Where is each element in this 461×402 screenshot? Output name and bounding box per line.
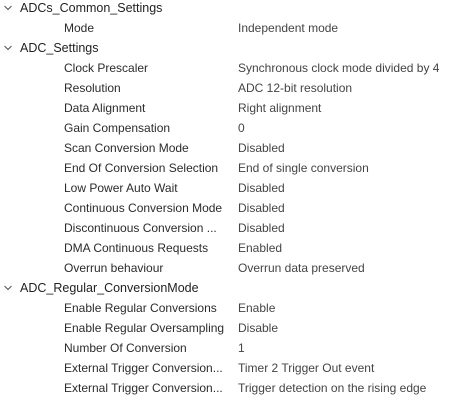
property-value[interactable]: Enabled <box>238 238 460 258</box>
property-value[interactable]: Synchronous clock mode divided by 4 <box>238 58 460 78</box>
property-name: Enable Regular Oversampling <box>64 321 225 335</box>
property-row-clock-prescaler[interactable]: Clock Prescaler Synchronous clock mode d… <box>0 58 461 78</box>
property-name: Mode <box>64 21 95 35</box>
group-adc-settings[interactable]: ADC_Settings <box>0 38 461 58</box>
property-value[interactable]: 0 <box>238 118 460 138</box>
property-row-resolution[interactable]: Resolution ADC 12-bit resolution <box>0 78 461 98</box>
group-label: ADCs_Common_Settings <box>20 1 163 15</box>
property-row-end-of-conversion-selection[interactable]: End Of Conversion Selection End of singl… <box>0 158 461 178</box>
property-name: Resolution <box>64 81 121 95</box>
property-value[interactable]: Enable <box>238 298 460 318</box>
property-value[interactable]: Right alignment <box>238 98 460 118</box>
property-name: Enable Regular Conversions <box>64 301 217 315</box>
property-value[interactable]: Trigger detection on the rising edge <box>238 378 460 398</box>
property-row-gain-compensation[interactable]: Gain Compensation 0 <box>0 118 461 138</box>
property-name: Gain Compensation <box>64 121 171 135</box>
property-name: External Trigger Conversion... <box>64 381 223 395</box>
property-name: Discontinuous Conversion ... <box>64 221 217 235</box>
property-name: External Trigger Conversion... <box>64 361 223 375</box>
property-value[interactable]: Disable <box>238 318 460 338</box>
property-value[interactable]: Overrun data preserved <box>238 258 460 278</box>
property-row-low-power-auto-wait[interactable]: Low Power Auto Wait Disabled <box>0 178 461 198</box>
property-name: Scan Conversion Mode <box>64 141 189 155</box>
adc-settings-tree: ADCs_Common_Settings Mode Independent mo… <box>0 0 461 402</box>
property-value[interactable]: ADC 12-bit resolution <box>238 78 460 98</box>
property-name: Low Power Auto Wait <box>64 181 178 195</box>
property-value[interactable]: Disabled <box>238 198 460 218</box>
group-label: ADC_Settings <box>20 41 99 55</box>
group-label: ADC_Regular_ConversionMode <box>20 281 199 295</box>
property-name: DMA Continuous Requests <box>64 241 209 255</box>
property-name: Clock Prescaler <box>64 61 149 75</box>
property-name: Number Of Conversion <box>64 341 187 355</box>
chevron-down-icon[interactable] <box>4 44 12 52</box>
group-adcs-common-settings[interactable]: ADCs_Common_Settings <box>0 0 461 18</box>
property-value[interactable]: Disabled <box>238 218 460 238</box>
property-row-overrun-behaviour[interactable]: Overrun behaviour Overrun data preserved <box>0 258 461 278</box>
property-row-discontinuous-conversion[interactable]: Discontinuous Conversion ... Disabled <box>0 218 461 238</box>
property-name: Data Alignment <box>64 101 146 115</box>
property-row-enable-regular-oversampling[interactable]: Enable Regular Oversampling Disable <box>0 318 461 338</box>
property-value[interactable]: End of single conversion <box>238 158 460 178</box>
property-value[interactable]: Independent mode <box>238 18 460 38</box>
property-name: Continuous Conversion Mode <box>64 201 223 215</box>
property-value[interactable]: Timer 2 Trigger Out event <box>238 358 460 378</box>
property-row-number-of-conversion[interactable]: Number Of Conversion 1 <box>0 338 461 358</box>
property-row-scan-conversion-mode[interactable]: Scan Conversion Mode Disabled <box>0 138 461 158</box>
property-name: End Of Conversion Selection <box>64 161 219 175</box>
property-row-data-alignment[interactable]: Data Alignment Right alignment <box>0 98 461 118</box>
property-row-dma-continuous-requests[interactable]: DMA Continuous Requests Enabled <box>0 238 461 258</box>
property-row-mode[interactable]: Mode Independent mode <box>0 18 461 38</box>
property-row-external-trigger-conversion-source[interactable]: External Trigger Conversion... Timer 2 T… <box>0 358 461 378</box>
property-value[interactable]: Disabled <box>238 138 460 158</box>
chevron-down-icon[interactable] <box>4 4 12 12</box>
property-value[interactable]: 1 <box>238 338 460 358</box>
property-name: Overrun behaviour <box>64 261 164 275</box>
property-row-continuous-conversion-mode[interactable]: Continuous Conversion Mode Disabled <box>0 198 461 218</box>
chevron-down-icon[interactable] <box>4 284 12 292</box>
property-row-enable-regular-conversions[interactable]: Enable Regular Conversions Enable <box>0 298 461 318</box>
property-value[interactable]: Disabled <box>238 178 460 198</box>
group-adc-regular-conversion-mode[interactable]: ADC_Regular_ConversionMode <box>0 278 461 298</box>
property-row-external-trigger-conversion-edge[interactable]: External Trigger Conversion... Trigger d… <box>0 378 461 398</box>
